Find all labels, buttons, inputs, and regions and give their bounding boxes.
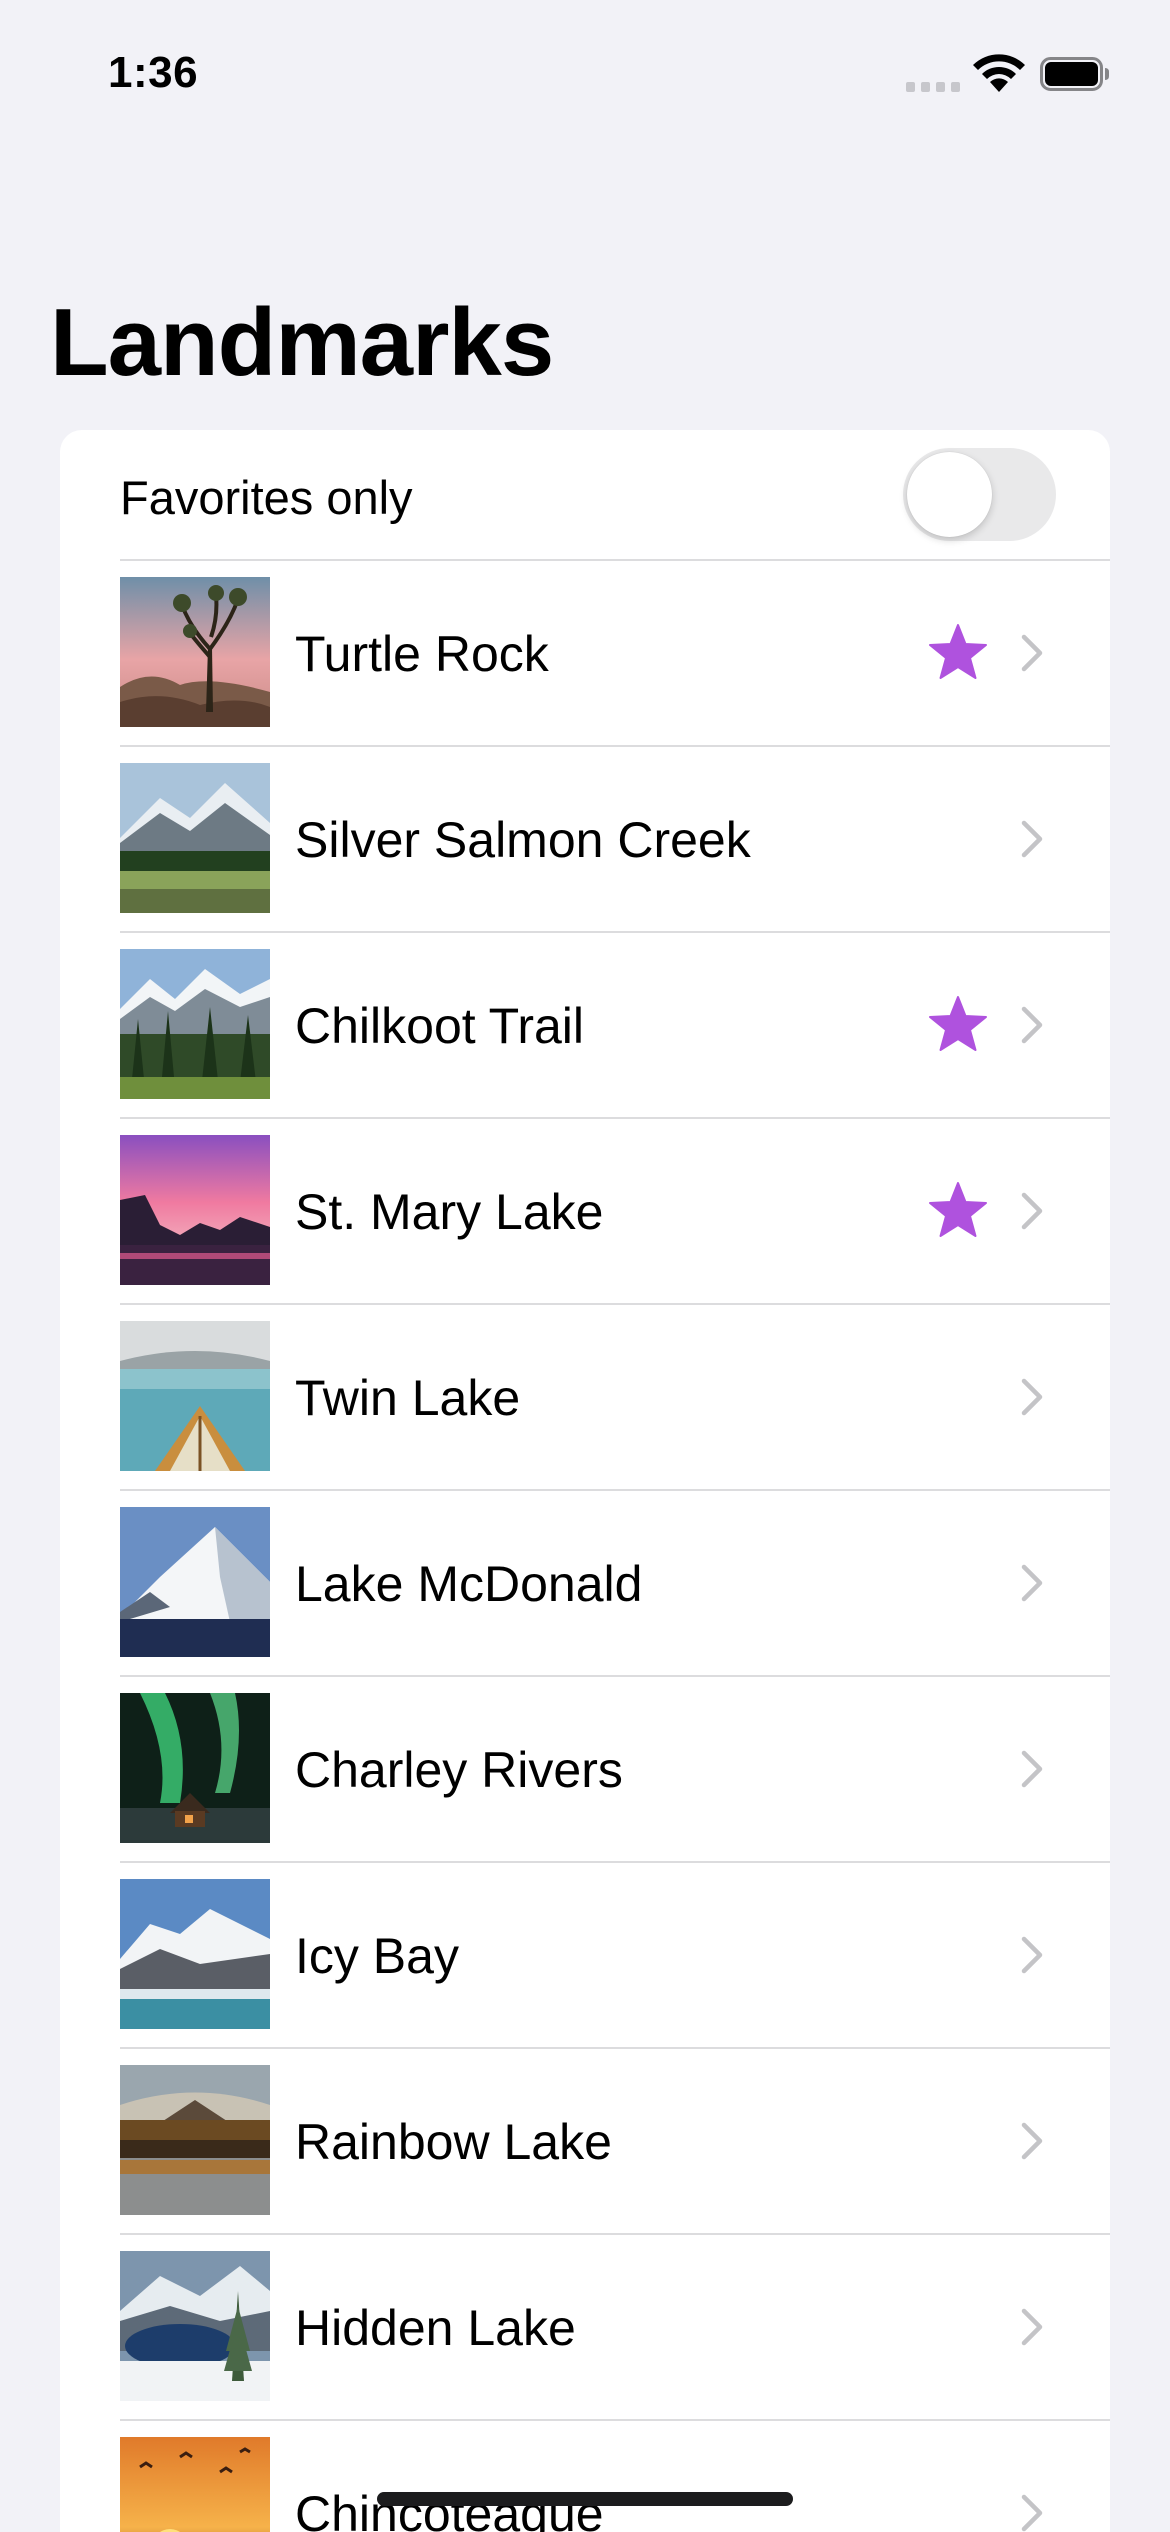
landmark-row-lake-mcdonald[interactable]: Lake McDonald	[60, 1491, 1110, 1677]
favorites-toggle-label: Favorites only	[120, 471, 413, 524]
landmark-name: Chilkoot Trail	[295, 998, 584, 1054]
chevron-right-icon	[1021, 2122, 1043, 2160]
landmark-thumbnail	[120, 1879, 270, 2029]
landmark-row-hidden-lake[interactable]: Hidden Lake	[60, 2235, 1110, 2421]
landmark-row-icy-bay[interactable]: Icy Bay	[60, 1863, 1110, 2049]
chevron-right-icon	[1021, 1750, 1043, 1788]
landmark-name: Charley Rivers	[295, 1742, 623, 1798]
landmark-name: Twin Lake	[295, 1370, 521, 1426]
landmark-thumbnail	[120, 949, 270, 1099]
chevron-right-icon	[1021, 2494, 1043, 2532]
landmark-row-chilkoot-trail[interactable]: Chilkoot Trail	[60, 933, 1110, 1119]
landmark-thumbnail	[120, 1693, 270, 1843]
toggle-knob	[907, 452, 992, 537]
status-time: 1:36	[108, 48, 199, 97]
landmark-thumbnail	[120, 1321, 270, 1471]
chevron-right-icon	[1021, 1564, 1043, 1602]
home-indicator[interactable]	[377, 2492, 793, 2506]
chevron-right-icon	[1021, 634, 1043, 672]
landmark-thumbnail	[120, 1135, 270, 1285]
landmark-thumbnail	[120, 2437, 270, 2532]
landmark-row-silver-salmon-creek[interactable]: Silver Salmon Creek	[60, 747, 1110, 933]
chevron-right-icon	[1021, 820, 1043, 858]
landmark-list: Favorites only Turtle Rock Silver Salmon…	[60, 430, 1110, 2532]
landmark-thumbnail	[120, 577, 270, 727]
landmark-name: Hidden Lake	[295, 2300, 576, 2356]
wifi-icon	[973, 54, 1025, 92]
landmark-name: Rainbow Lake	[295, 2114, 612, 2170]
landmark-row-chincoteague[interactable]: Chincoteague	[60, 2421, 1110, 2532]
favorite-star-icon	[929, 996, 987, 1051]
chevron-right-icon	[1021, 2308, 1043, 2346]
favorites-toggle[interactable]	[903, 448, 1056, 541]
landmark-row-st-mary-lake[interactable]: St. Mary Lake	[60, 1119, 1110, 1305]
chevron-right-icon	[1021, 1192, 1043, 1230]
landmark-name: Icy Bay	[295, 1928, 459, 1984]
landmark-row-rainbow-lake[interactable]: Rainbow Lake	[60, 2049, 1110, 2235]
cellular-signal-icon	[906, 82, 960, 92]
battery-icon	[1040, 57, 1109, 91]
chevron-right-icon	[1021, 1006, 1043, 1044]
landmark-thumbnail	[120, 763, 270, 913]
chevron-right-icon	[1021, 1936, 1043, 1974]
landmark-thumbnail	[120, 1507, 270, 1657]
landmarks-screen: 1:36 Landmarks Favorites only Turtle Roc…	[0, 0, 1170, 2532]
chevron-right-icon	[1021, 1378, 1043, 1416]
landmark-row-charley-rivers[interactable]: Charley Rivers	[60, 1677, 1110, 1863]
landmark-row-twin-lake[interactable]: Twin Lake	[60, 1305, 1110, 1491]
landmark-thumbnail	[120, 2251, 270, 2401]
favorite-star-icon	[929, 1182, 987, 1237]
landmark-thumbnail	[120, 2065, 270, 2215]
page-title: Landmarks	[50, 289, 554, 396]
landmark-name: Turtle Rock	[295, 626, 549, 682]
favorite-star-icon	[929, 624, 987, 679]
landmark-name: St. Mary Lake	[295, 1184, 604, 1240]
landmark-name: Silver Salmon Creek	[295, 812, 751, 868]
landmark-name: Lake McDonald	[295, 1556, 643, 1612]
status-bar: 1:36	[0, 0, 1170, 150]
favorites-filter-row: Favorites only	[60, 430, 1110, 560]
landmark-row-turtle-rock[interactable]: Turtle Rock	[60, 561, 1110, 747]
